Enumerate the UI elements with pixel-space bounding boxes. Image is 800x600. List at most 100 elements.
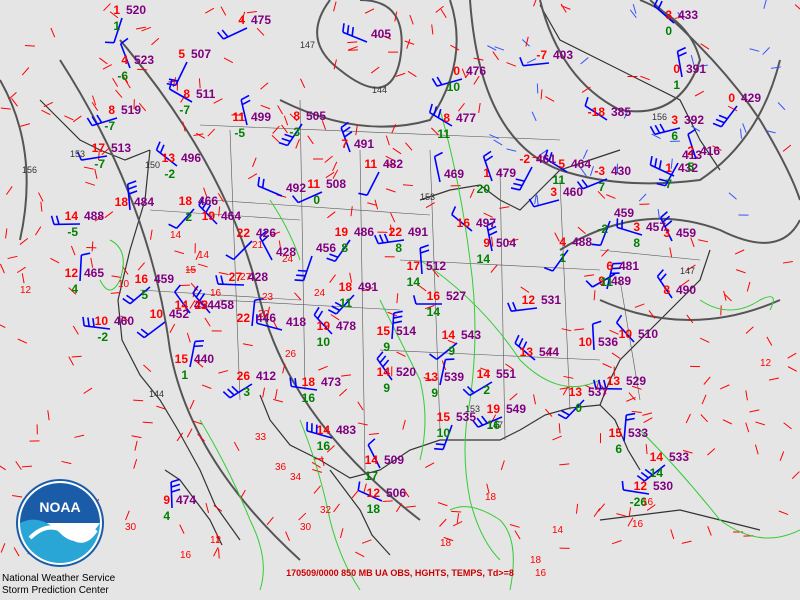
station-plot: 5 507: [178, 47, 211, 61]
station-dewpoint: -7: [104, 119, 115, 133]
station-temperature: 8: [443, 111, 450, 125]
isotherm-label: 15: [185, 265, 197, 276]
isotherm-labels: 141415161818303233343630 1616141212101224…: [20, 230, 772, 579]
station-plot: 8 490: [663, 283, 696, 297]
station-plot: 13 496 -2: [162, 151, 202, 181]
station-plot: 4 488 1: [559, 235, 592, 265]
station-height: 426: [256, 226, 276, 240]
map-caption: 170509/0000 850 MB UA OBS, HGHTS, TEMPS,…: [286, 568, 514, 578]
station-height: 459: [614, 206, 634, 220]
station-height: 511: [196, 87, 216, 101]
station-temperature: 4: [238, 13, 245, 27]
station-dewpoint: 11: [552, 173, 565, 187]
station-temperature: 8: [183, 87, 190, 101]
station-height: 488: [84, 209, 104, 223]
station-temperature: 14: [442, 328, 456, 342]
station-temperature: 17: [407, 259, 421, 273]
isotherm-label: 34: [290, 472, 302, 483]
height-contour-label: 144: [372, 85, 387, 95]
station-temperature: 4: [559, 235, 566, 249]
station-height: 506: [386, 486, 406, 500]
station-height: 403: [553, 48, 573, 62]
station-height: 535: [456, 410, 476, 424]
station-observations: 1 5201 4 4754054 523-65 5078 519-78 511-7 11 499-…: [65, 3, 762, 523]
isotherm-label: 12: [210, 535, 222, 546]
station-plot: 418: [286, 315, 306, 329]
isotherm-label: 27: [240, 272, 252, 283]
station-temperature: 11: [232, 110, 245, 124]
station-height: 477: [456, 111, 476, 125]
station-temperature: 16: [135, 272, 149, 286]
station-dewpoint: 20: [477, 182, 491, 196]
station-plot: 0 391 1: [673, 62, 706, 92]
station-temperature: 10: [579, 335, 593, 349]
station-dewpoint: 6: [671, 129, 678, 143]
station-temperature: 15: [377, 324, 391, 338]
station-dewpoint: 8: [341, 241, 348, 255]
station-height: 440: [194, 352, 214, 366]
station-plot: 8 505 -3: [289, 109, 326, 139]
isotherm-label: 20: [258, 309, 270, 320]
station-temperature: 14: [650, 450, 664, 464]
station-dewpoint: 9: [383, 381, 390, 395]
station-dewpoint: 5: [687, 160, 694, 174]
station-temperature: 19: [317, 319, 331, 333]
station-height: 512: [426, 259, 446, 273]
weather-map-viewer: 156 153 150 147 144 153 147 153 156 144 147 1 520 1 4…: [0, 0, 800, 600]
station-plot: 11 482: [364, 157, 403, 171]
station-height: 460: [563, 185, 583, 199]
station-plot: 3 460: [550, 185, 583, 199]
station-plot: -7 403: [536, 48, 573, 62]
noaa-logo-text: NOAA: [39, 499, 80, 515]
station-dewpoint: 2: [185, 210, 192, 224]
station-dewpoint: 1: [113, 19, 120, 33]
station-plot: 13 529: [607, 374, 647, 388]
station-dewpoint: -2: [97, 330, 108, 344]
station-plot: 13 544: [520, 345, 560, 359]
isotherm-label: 12: [760, 358, 772, 369]
height-contour-label: 147: [300, 40, 315, 50]
isotherm-label: 33: [255, 432, 267, 443]
station-temperature: 15: [437, 410, 451, 424]
station-temperature: 13: [607, 374, 621, 388]
station-plot: 405: [371, 27, 391, 41]
station-temperature: 17: [92, 141, 106, 155]
noaa-logo: NOAA: [10, 478, 110, 568]
station-plot: 456: [316, 241, 336, 255]
station-plot: 9 504 14: [477, 236, 517, 266]
station-temperature: 10: [95, 314, 109, 328]
station-height: 491: [358, 280, 378, 294]
station-plot: 16 459 5: [135, 272, 175, 302]
station-dewpoint: -5: [67, 225, 78, 239]
station-temperature: 15: [175, 352, 189, 366]
station-plot: 12 465 4: [65, 266, 105, 296]
station-height: 533: [628, 426, 648, 440]
station-temperature: 3: [550, 185, 557, 199]
wind-barb: [342, 23, 368, 43]
isotherm-label: 14: [552, 525, 564, 536]
isotherm-label: 30: [125, 522, 137, 533]
isotherm-label: 24: [314, 288, 326, 299]
wind-barb: [217, 27, 248, 40]
station-temperature: 16: [457, 216, 471, 230]
station-height: 458: [214, 298, 234, 312]
station-height: 466: [198, 194, 218, 208]
station-temperature: 10: [150, 307, 164, 321]
station-plot: 15 514 9: [377, 324, 417, 354]
isotherm-label: 23: [262, 292, 274, 303]
station-temperature: 6: [606, 259, 613, 273]
station-temperature: 22: [237, 226, 251, 240]
station-height: 531: [541, 293, 561, 307]
station-plot: 9 474 4: [163, 493, 196, 523]
station-height: 491: [408, 225, 428, 239]
height-contour-label: 153: [70, 149, 85, 159]
station-plot: 22 426: [237, 226, 277, 240]
station-temperature: 13: [162, 151, 176, 165]
station-temperature: 18: [339, 280, 353, 294]
station-height: 523: [134, 53, 154, 67]
height-contour-label: 147: [680, 266, 695, 276]
station-height: 514: [396, 324, 416, 338]
isotherm-label: 14: [170, 230, 182, 241]
station-temperature: 15: [609, 426, 623, 440]
height-contour-label: 156: [652, 112, 667, 122]
